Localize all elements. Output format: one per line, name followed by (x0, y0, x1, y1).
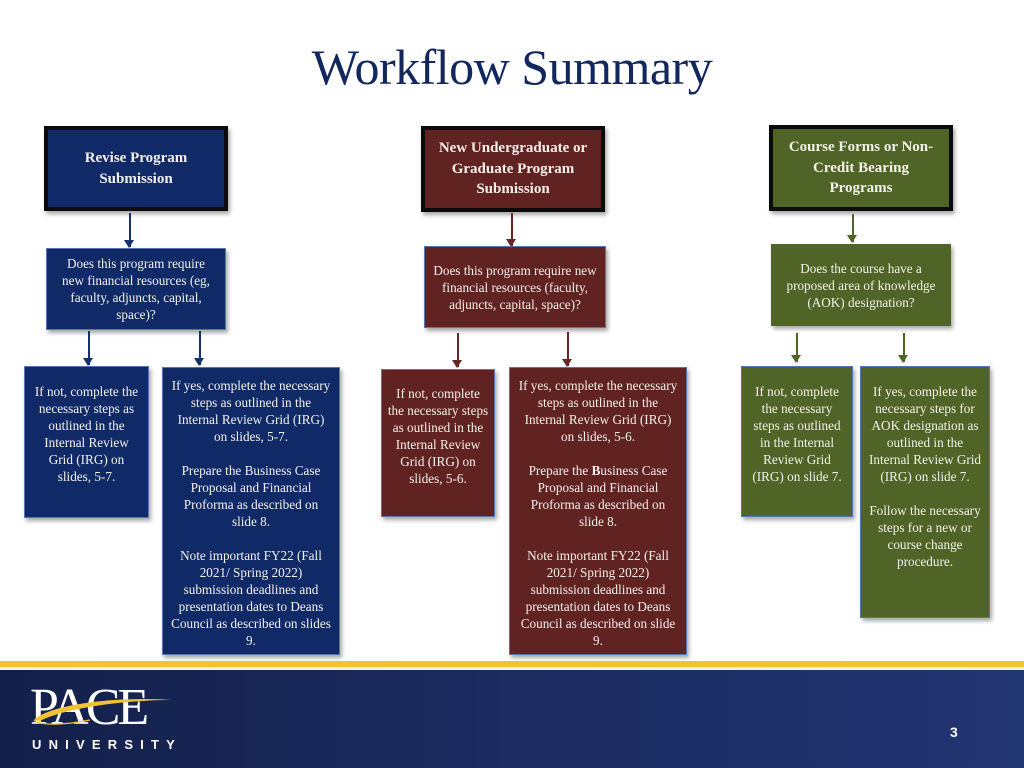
new-program-header-text: New Undergraduate or Graduate Program Su… (438, 140, 588, 198)
course-forms-no-branch-text: If not, complete the necessary steps as … (752, 384, 842, 484)
new-program-yes-step-3: Note important FY22 (Fall 2021/ Spring 2… (520, 548, 676, 648)
pace-logo-swoosh-icon (33, 698, 172, 725)
revise-no-branch-text: If not, complete the necessary steps as … (34, 384, 139, 484)
new-program-yes-branch-box: If yes, complete the necessary steps as … (509, 367, 687, 655)
arrow-down-icon (846, 214, 859, 243)
arrow-down-icon (505, 213, 518, 247)
new-program-header-box: New Undergraduate or Graduate Program Su… (421, 126, 605, 212)
new-program-question-text: Does this program require new financial … (433, 262, 597, 312)
arrow-down-icon (193, 331, 206, 366)
course-forms-no-branch-box: If not, complete the necessary steps as … (741, 366, 853, 517)
new-program-yes-step-1: If yes, complete the necessary steps as … (518, 378, 678, 444)
course-forms-yes-step-2: Follow the necessary steps for a new or … (869, 503, 981, 569)
revise-program-header-text: Revise Program Submission (84, 150, 188, 187)
course-forms-header-text: Course Forms or Non-Credit Bearing Progr… (788, 139, 934, 197)
revise-yes-branch-box: If yes, complete the necessary steps as … (162, 367, 340, 655)
revise-program-header-box: Revise Program Submission (44, 126, 228, 211)
revise-question-text: Does this program require new financial … (62, 256, 210, 322)
arrow-down-icon (123, 213, 136, 248)
step-2-prefix: Prepare the (528, 463, 592, 478)
new-program-yes-step-2: Prepare the Business Case Proposal and F… (518, 462, 678, 530)
new-program-no-branch-text: If not, complete the necessary steps as … (387, 386, 489, 486)
course-forms-yes-branch-box: If yes, complete the necessary steps for… (860, 366, 990, 618)
arrow-down-icon (790, 333, 803, 363)
course-forms-question-text: Does the course have a proposed area of … (786, 260, 936, 310)
course-forms-question-box: Does the course have a proposed area of … (771, 244, 951, 326)
revise-yes-step-1: If yes, complete the necessary steps as … (171, 378, 331, 444)
arrow-down-icon (897, 333, 910, 363)
page-number: 3 (950, 724, 958, 740)
course-forms-header-box: Course Forms or Non-Credit Bearing Progr… (769, 125, 953, 211)
course-forms-yes-step-1: If yes, complete the necessary steps for… (868, 384, 982, 484)
new-program-no-branch-box: If not, complete the necessary steps as … (381, 369, 495, 517)
pace-logo-university: UNIVERSITY (32, 737, 183, 752)
arrow-down-icon (561, 332, 574, 367)
revise-yes-step-3: Note important FY22 (Fall 2021/ Spring 2… (171, 548, 331, 648)
revise-no-branch-box: If not, complete the necessary steps as … (24, 366, 149, 518)
arrow-down-icon (451, 333, 464, 368)
revise-yes-step-2: Prepare the Business Case Proposal and F… (181, 463, 321, 529)
revise-question-box: Does this program require new financial … (46, 248, 226, 330)
new-program-question-box: Does this program require new financial … (424, 246, 606, 328)
slide-title: Workflow Summary (311, 39, 713, 95)
arrow-down-icon (82, 331, 95, 366)
